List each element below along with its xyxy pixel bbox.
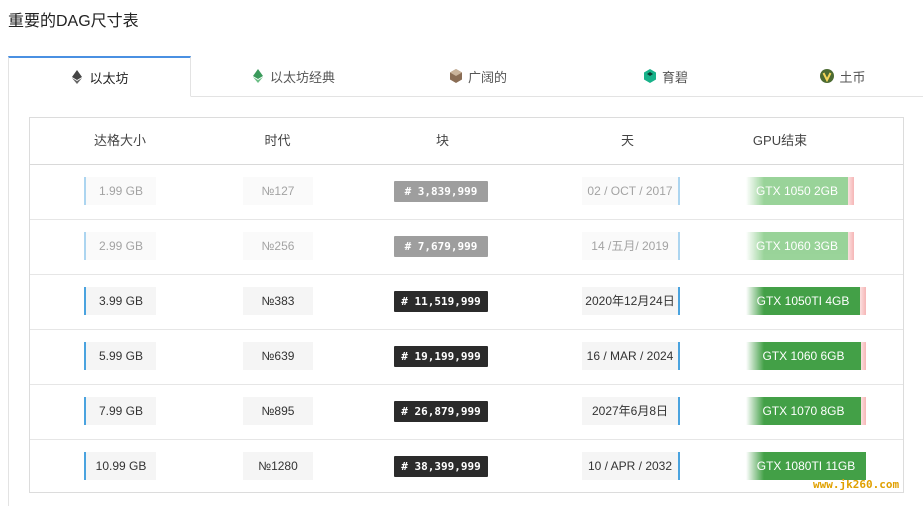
dag-size-cell: 1.99 GB [84, 177, 156, 205]
gpu-bar: GTX 1050 2GB [746, 177, 848, 205]
gpu-cell: GTX 1070 8GB [746, 397, 866, 425]
dag-size-cell: 5.99 GB [84, 342, 156, 370]
table-row: 10.99 GB №1280 # 38,399,999 10 / APR / 2032… [30, 439, 903, 494]
gpu-bar: GTX 1050TI 4GB [746, 287, 860, 315]
epoch-cell: №639 [243, 342, 313, 370]
tab-label: 土币 [839, 69, 866, 85]
gpu-cell: GTX 1060 3GB [746, 232, 866, 260]
epoch-cell: №383 [243, 287, 313, 315]
header-block: 块 [435, 133, 449, 148]
ethereum-classic-icon [251, 69, 265, 83]
block-cell: # 7,679,999 [394, 236, 488, 257]
tab-ubiq[interactable]: 育碧 [568, 56, 763, 96]
block-cell: # 11,519,999 [394, 291, 488, 312]
page-title: 重要的DAG尺寸表 [8, 13, 139, 30]
gpu-bar: GTX 1080TI 11GB [746, 452, 866, 480]
header-epoch: 时代 [264, 133, 291, 148]
expanse-icon [449, 69, 463, 83]
musicoin-icon [820, 69, 835, 83]
tab-label: 以太坊经典 [269, 69, 335, 85]
gpu-bar-remainder [848, 177, 854, 205]
tab-ethereum[interactable]: 以太坊 [8, 56, 191, 97]
day-cell: 2020年12月24日 [582, 287, 680, 315]
tab-label: 以太坊 [89, 70, 129, 86]
gpu-bar: GTX 1060 3GB [746, 232, 848, 260]
gpu-bar-remainder [861, 342, 866, 370]
gpu-bar-remainder [848, 232, 854, 260]
epoch-cell: №895 [243, 397, 313, 425]
day-cell: 2027年6月8日 [582, 397, 680, 425]
header-day: 天 [620, 133, 634, 148]
gpu-bar-remainder [861, 397, 866, 425]
panel-border [8, 96, 9, 506]
epoch-cell: №127 [243, 177, 313, 205]
epoch-cell: №1280 [243, 452, 313, 480]
epoch-cell: №256 [243, 232, 313, 260]
gpu-cell: GTX 1050 2GB [746, 177, 866, 205]
table-row: 5.99 GB №639 # 19,199,999 16 / MAR / 2024 GT… [30, 329, 903, 385]
day-cell: 10 / APR / 2032 [582, 452, 680, 480]
table-row: 7.99 GB №895 # 26,879,999 2027年6月8日 GTX 1070… [30, 384, 903, 440]
header-dag-size: 达格大小 [93, 133, 146, 148]
gpu-bar-remainder [860, 287, 866, 315]
tab-label: 育碧 [661, 69, 688, 85]
header-gpu-end: GPU结束 [752, 133, 808, 148]
gpu-cell: GTX 1050TI 4GB [746, 287, 866, 315]
watermark: www.jk260.com [813, 478, 900, 491]
block-cell: # 19,199,999 [394, 346, 488, 367]
gpu-cell: GTX 1060 6GB [746, 342, 866, 370]
day-cell: 02 / OCT / 2017 [582, 177, 680, 205]
tab-ethereum-classic[interactable]: 以太坊经典 [198, 56, 388, 96]
tab-musicoin[interactable]: 土币 [763, 56, 923, 96]
dag-size-cell: 2.99 GB [84, 232, 156, 260]
block-cell: # 38,399,999 [394, 456, 488, 477]
table-row: 3.99 GB №383 # 11,519,999 2020年12月24日 GTX 10… [30, 274, 903, 330]
block-cell: # 26,879,999 [394, 401, 488, 422]
table-row: 1.99 GB №127 # 3,839,999 02 / OCT / 2017 GTX… [30, 164, 903, 220]
dag-size-cell: 7.99 GB [84, 397, 156, 425]
block-cell: # 3,839,999 [394, 181, 488, 202]
tab-label: 广阔的 [467, 69, 507, 85]
day-cell: 16 / MAR / 2024 [582, 342, 680, 370]
gpu-bar: GTX 1060 6GB [746, 342, 861, 370]
tab-bar: 以太坊 以太坊经典 广阔的 育碧 土币 [8, 56, 923, 97]
tab-expanse[interactable]: 广阔的 [388, 56, 568, 96]
ubiq-icon [643, 69, 657, 83]
dag-size-cell: 10.99 GB [84, 452, 156, 480]
dag-size-table: 达格大小 时代 块 天 GPU结束 1.99 GB №127 # 3,839,999… [29, 117, 904, 493]
day-cell: 14 /五月/ 2019 [582, 232, 680, 260]
gpu-bar: GTX 1070 8GB [746, 397, 861, 425]
gpu-cell: GTX 1080TI 11GB [746, 452, 866, 480]
table-row: 2.99 GB №256 # 7,679,999 14 /五月/ 2019 GTX 10… [30, 219, 903, 275]
ethereum-icon [70, 70, 84, 84]
table-header: 达格大小 时代 块 天 GPU结束 [30, 118, 903, 165]
dag-size-cell: 3.99 GB [84, 287, 156, 315]
